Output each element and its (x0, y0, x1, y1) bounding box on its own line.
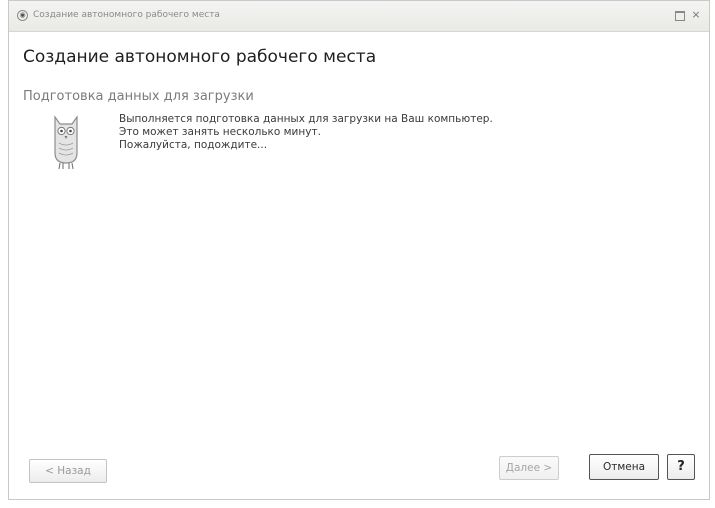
message-line: Пожалуйста, подождите... (119, 139, 268, 151)
status-message: Выполняется подготовка данных для загруз… (119, 113, 493, 152)
dialog-window: ◉ Создание автономного рабочего места × … (8, 0, 710, 500)
title-bar: ◉ Создание автономного рабочего места × (9, 1, 709, 32)
cancel-button[interactable]: Отмена (589, 454, 659, 480)
section-title: Подготовка данных для загрузки (23, 89, 254, 104)
page-title: Создание автономного рабочего места (23, 47, 377, 67)
message-line: Выполняется подготовка данных для загруз… (119, 113, 493, 125)
back-button[interactable]: < Назад (29, 459, 107, 483)
app-icon: ◉ (17, 10, 28, 21)
help-button[interactable]: ? (667, 454, 695, 480)
window-title: Создание автономного рабочего места (33, 10, 220, 20)
message-line: Это может занять несколько минут. (119, 126, 321, 138)
close-icon[interactable]: × (689, 8, 703, 22)
next-button[interactable]: Далее > (499, 456, 559, 480)
maximize-icon[interactable] (673, 8, 687, 22)
owl-icon (54, 115, 78, 170)
